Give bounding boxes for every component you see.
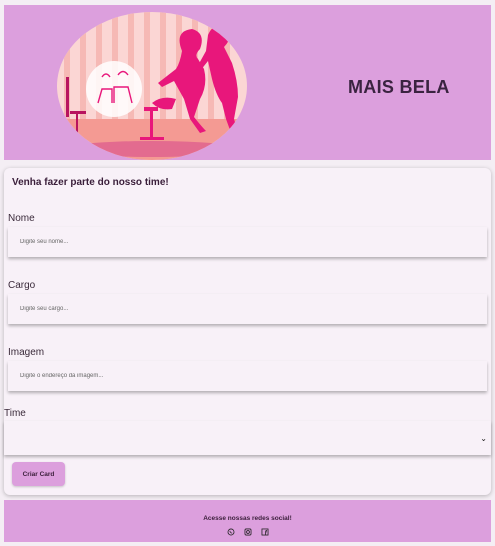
team-signup-form: Venha fazer parte do nosso time! Nome Ca… [4,168,491,495]
team-select[interactable]: ⌄ [4,421,491,455]
footer-text: Acesse nossas redes social! [203,515,292,522]
name-label: Nome [8,213,35,224]
role-input[interactable] [8,294,487,324]
name-input[interactable] [8,227,487,257]
role-label: Cargo [8,280,36,291]
header: MAIS BELA [4,5,491,160]
facebook-icon[interactable] [261,528,269,536]
chevron-down-icon: ⌄ [480,434,487,443]
salon-logo-icon [57,12,247,160]
footer: Acesse nossas redes social! [4,500,491,542]
image-label: Imagem [8,347,45,358]
whatsapp-icon[interactable] [227,528,235,536]
image-url-input[interactable] [8,361,487,391]
create-card-button[interactable]: Criar Card [12,462,65,486]
form-title: Venha fazer parte do nosso time! [12,177,169,188]
brand-title: MAIS BELA [348,77,450,97]
team-label: Time [4,408,26,419]
instagram-icon[interactable] [244,528,252,536]
